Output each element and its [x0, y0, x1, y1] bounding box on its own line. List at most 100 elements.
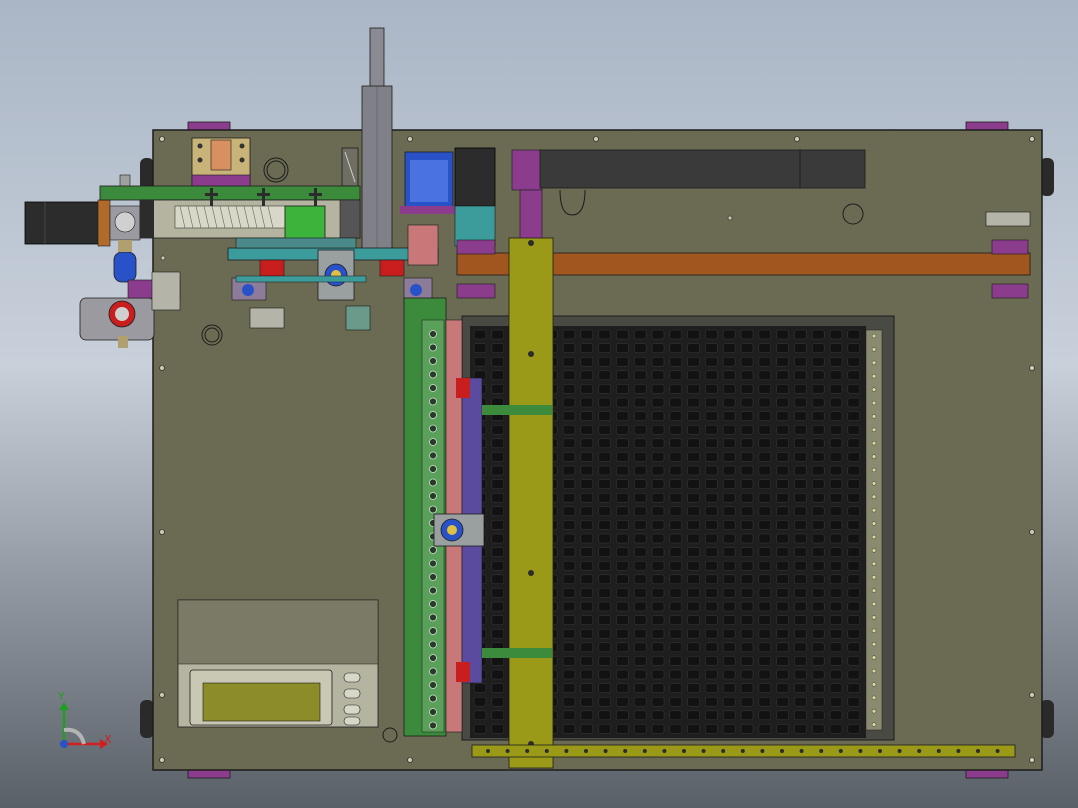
tray-cell	[847, 601, 861, 612]
tray-cell	[776, 628, 789, 639]
tray-cell	[687, 329, 700, 340]
tray-cell	[811, 724, 825, 734]
tray-cell	[829, 424, 843, 435]
edge-pin	[871, 467, 877, 473]
tray-cell	[740, 696, 754, 707]
edge-pin	[871, 642, 877, 647]
rail-bolt	[760, 749, 765, 753]
tray-cell	[776, 506, 789, 517]
tray-cell	[562, 615, 576, 625]
tray-cell	[776, 411, 789, 421]
tray-cell	[722, 343, 736, 353]
tray-cell	[794, 411, 807, 421]
tray-cell	[651, 479, 665, 489]
tray-cell	[669, 574, 683, 585]
tray-cell	[562, 710, 576, 721]
tray-cell	[794, 370, 807, 381]
tray-cell	[740, 533, 754, 544]
tray-cell	[829, 656, 843, 666]
rail-bolt	[838, 749, 843, 753]
tray-cell	[847, 710, 861, 721]
tray-cell	[740, 628, 754, 639]
tray-cell	[758, 628, 772, 639]
tray-cell	[651, 710, 665, 721]
tray-cell	[829, 696, 843, 707]
tray-cell	[829, 343, 843, 353]
tray-cell	[687, 356, 700, 367]
tray-cell	[562, 628, 576, 639]
tray-cell	[633, 384, 647, 394]
tray-cell	[794, 452, 807, 462]
tray-cell	[740, 411, 754, 421]
tray-cell	[616, 452, 629, 462]
tray-cell	[811, 683, 825, 693]
tray-cell	[633, 452, 647, 462]
tray-cell	[705, 724, 718, 734]
tray-cell	[616, 696, 629, 707]
rail-bolt	[662, 749, 667, 753]
tray-cell	[722, 520, 736, 530]
tray-cell	[847, 547, 861, 557]
screw	[794, 136, 800, 142]
tray-cell	[598, 329, 611, 340]
tray-cell	[776, 547, 789, 557]
edge-pin	[871, 695, 877, 700]
tray-cell	[491, 601, 505, 612]
tray-cell	[776, 696, 789, 707]
rail-bolt	[917, 749, 922, 753]
tray-cell	[562, 560, 576, 571]
tray-cell	[758, 560, 772, 571]
tray-cell	[811, 520, 825, 530]
tray-cell	[580, 628, 594, 639]
tray-cell	[794, 384, 807, 394]
tray-cell	[776, 669, 789, 680]
tray-cell	[722, 615, 736, 625]
tray-cell	[651, 329, 665, 340]
tray-cell	[633, 601, 647, 612]
tray-cell	[794, 669, 807, 680]
tray-cell	[705, 696, 718, 707]
tray-cell	[705, 397, 718, 408]
tray-cell	[811, 465, 825, 476]
tray-cell	[651, 520, 665, 530]
tray-cell	[758, 492, 772, 503]
tray-cell	[794, 506, 807, 517]
tray-cell	[687, 724, 700, 734]
rail-bolt	[721, 749, 726, 753]
feeder-pin	[429, 654, 437, 662]
tray-cell	[633, 479, 647, 489]
tray-cell	[776, 356, 789, 367]
tray-cell	[669, 628, 683, 639]
tray-cell	[758, 384, 772, 394]
tray-cell	[740, 370, 754, 381]
tray-cell	[794, 465, 807, 476]
edge-pin	[871, 615, 877, 620]
tray-cell	[562, 533, 576, 544]
tray-cell	[847, 560, 861, 571]
tray-cell	[811, 343, 825, 353]
tray-cell	[794, 479, 807, 489]
tray-cell	[847, 574, 861, 585]
feeder-pin	[429, 627, 437, 635]
top-cylinder-block	[191, 137, 251, 189]
tray-cell	[651, 588, 665, 598]
hmi-button	[343, 704, 361, 715]
tray-cell	[776, 520, 789, 530]
tray-cell	[491, 479, 505, 489]
tray-cell	[598, 520, 611, 530]
tray-cell	[616, 547, 629, 557]
rail-bolt	[897, 749, 902, 753]
cad-viewport[interactable]: X Y	[0, 0, 1078, 808]
tray-cell	[491, 329, 505, 340]
screw	[727, 215, 733, 221]
feeder-pin	[429, 343, 437, 352]
tray-cell	[598, 683, 611, 693]
y-axis-label: Y	[57, 690, 65, 703]
tray-cell	[651, 356, 665, 367]
tray-cell	[616, 683, 629, 693]
feeder-pin	[429, 546, 437, 554]
tray-cell	[616, 370, 629, 381]
tray-cell	[651, 492, 665, 503]
tray-cell	[491, 438, 505, 449]
tray-cell	[491, 520, 505, 530]
